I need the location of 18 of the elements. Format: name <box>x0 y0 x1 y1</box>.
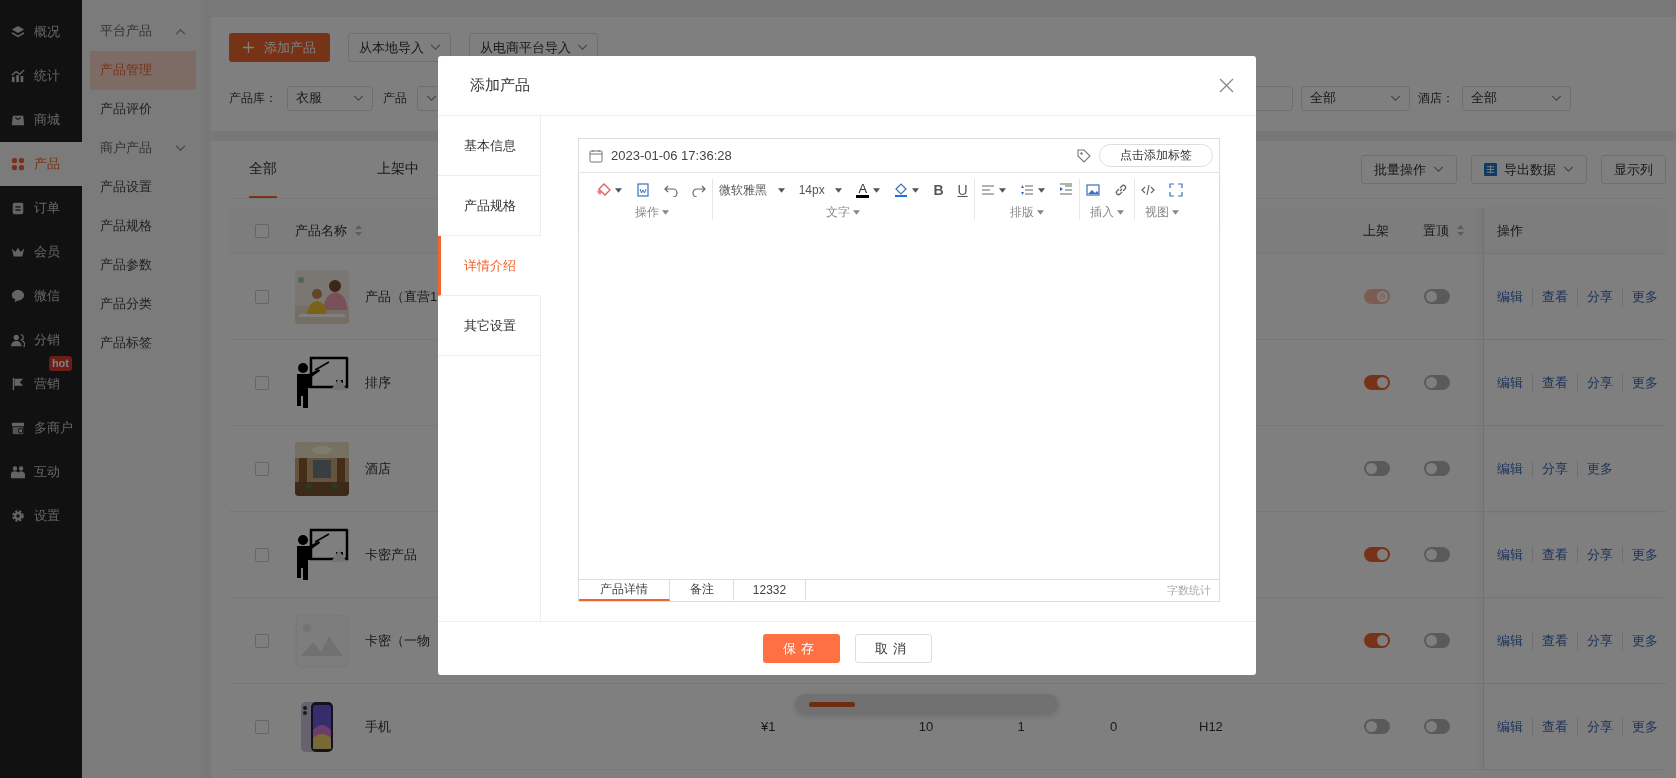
table-cell: 10 <box>918 719 934 734</box>
date-text: 2023-01-06 17:36:28 <box>611 148 732 163</box>
product-name: 酒店 <box>365 459 391 478</box>
hot-badge: hot <box>48 356 72 371</box>
product-name: 排序 <box>365 373 391 392</box>
table-cell: H12 <box>1199 719 1223 734</box>
dialog-title: 添加产品 <box>470 76 530 95</box>
table-cell: 1 <box>1017 719 1025 734</box>
product-name: 卡密产品 <box>365 545 417 564</box>
filter-label: 产品库： <box>229 90 277 107</box>
table-cell: 0 <box>1109 719 1118 734</box>
product-name: 卡密（一物 <box>365 631 430 650</box>
product-name: 手机 <box>365 717 391 736</box>
word-count: 字数统计 <box>1167 583 1211 598</box>
filter-label: 酒店： <box>1418 90 1454 107</box>
table-cell: ¥1 <box>761 719 776 734</box>
product-name: 产品（直营1 <box>365 287 438 306</box>
filter-label: 产品 <box>383 90 407 107</box>
